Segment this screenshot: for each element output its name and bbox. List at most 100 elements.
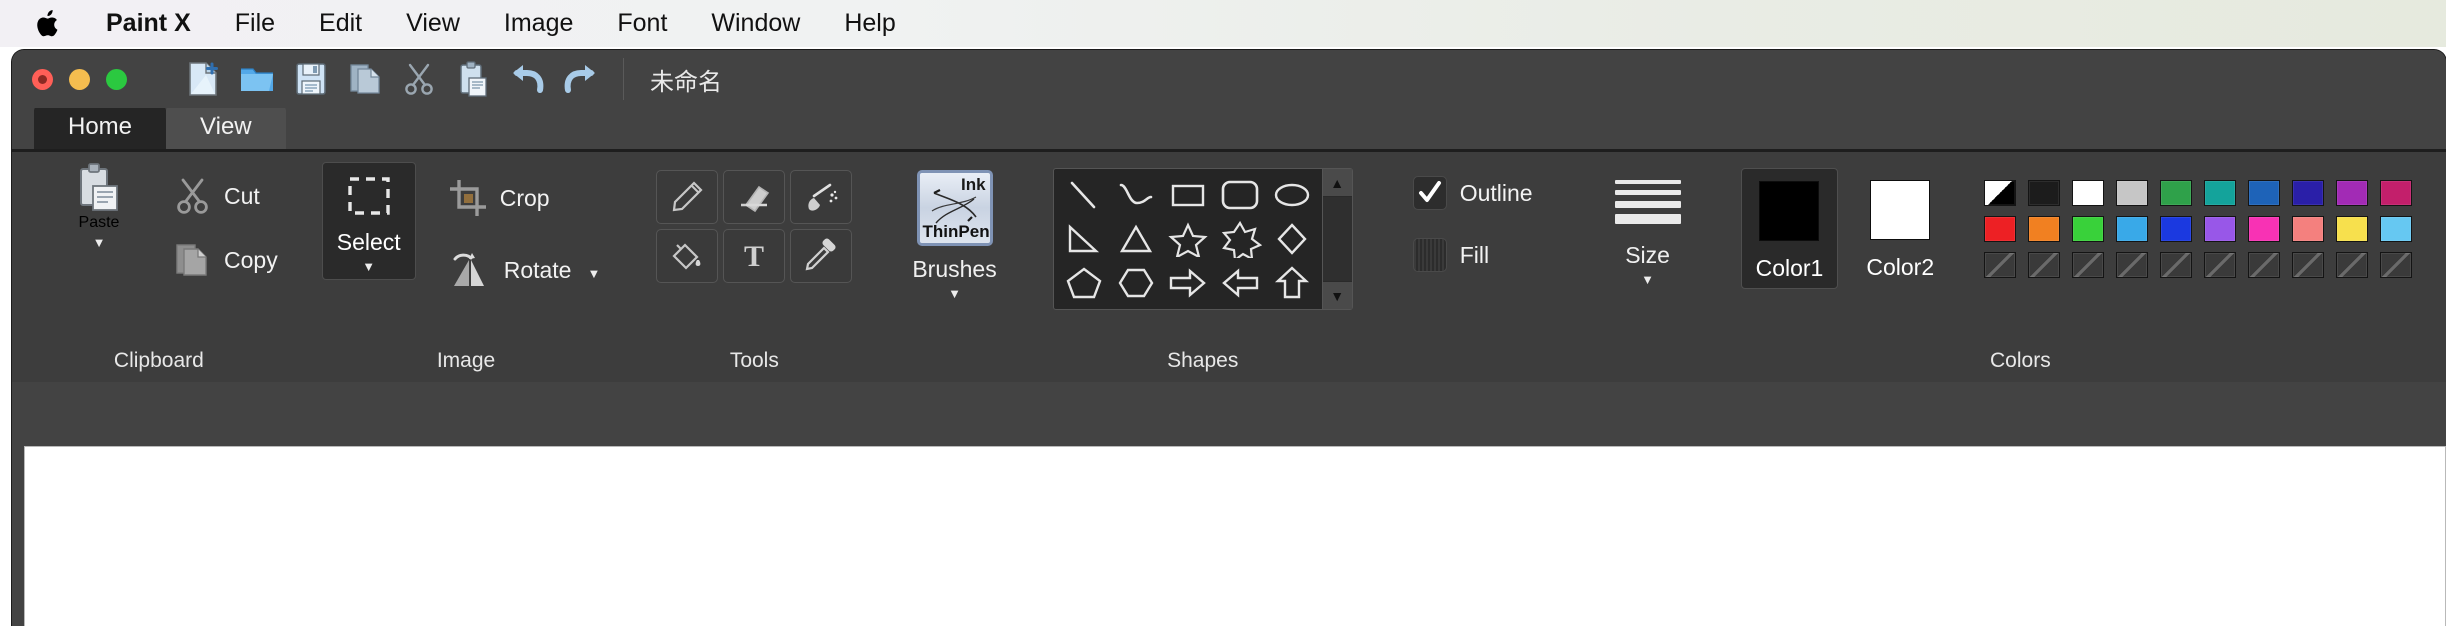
- palette-swatch-empty[interactable]: [2248, 252, 2281, 278]
- shape-curve-button[interactable]: [1110, 173, 1162, 217]
- outline-checkbox[interactable]: [1412, 176, 1447, 210]
- pencil-tool-button[interactable]: [656, 170, 719, 224]
- size-dropdown-caret[interactable]: ▼: [1641, 273, 1654, 286]
- palette-swatch[interactable]: [2336, 216, 2369, 242]
- shapes-scroll-track[interactable]: [1322, 197, 1352, 281]
- palette-swatch[interactable]: [2160, 216, 2193, 242]
- color2-button[interactable]: Color2: [1852, 168, 1948, 287]
- palette-swatch[interactable]: [1984, 216, 2017, 242]
- palette-swatch-empty[interactable]: [2204, 252, 2237, 278]
- palette-swatch[interactable]: [1984, 180, 2017, 206]
- redo-icon[interactable]: [561, 59, 601, 99]
- palette-swatch[interactable]: [2292, 216, 2325, 242]
- shape-pentagon-button[interactable]: [1058, 261, 1110, 305]
- duplicate-icon[interactable]: [345, 59, 385, 99]
- shape-right-triangle-button[interactable]: [1058, 217, 1110, 261]
- paste-dropdown-caret[interactable]: ▼: [93, 236, 106, 249]
- shape-five-point-star-button[interactable]: [1162, 217, 1214, 261]
- tab-home[interactable]: Home: [34, 105, 167, 149]
- palette-swatch[interactable]: [2028, 180, 2061, 206]
- shape-triangle-button[interactable]: [1110, 217, 1162, 261]
- palette-swatch[interactable]: [2116, 216, 2149, 242]
- paste-icon[interactable]: [453, 59, 493, 99]
- fill-checkbox[interactable]: [1412, 238, 1447, 272]
- shape-right-arrow-button[interactable]: [1162, 261, 1214, 305]
- menu-item-view[interactable]: View: [384, 0, 482, 47]
- crop-button[interactable]: Crop: [438, 172, 611, 224]
- cut-button[interactable]: Cut: [164, 170, 288, 222]
- shape-six-point-star-button[interactable]: [1214, 217, 1266, 261]
- palette-swatch[interactable]: [2336, 180, 2369, 206]
- shape-line-button[interactable]: [1058, 173, 1110, 217]
- cut-scissors-icon[interactable]: [399, 59, 439, 99]
- save-icon[interactable]: [291, 59, 331, 99]
- open-folder-icon[interactable]: [237, 59, 277, 99]
- menu-item-help[interactable]: Help: [822, 0, 917, 47]
- close-window-button[interactable]: [32, 68, 53, 90]
- palette-swatch[interactable]: [2380, 216, 2413, 242]
- palette-swatch[interactable]: [2248, 180, 2281, 206]
- palette-swatch-empty[interactable]: [2424, 216, 2446, 242]
- palette-swatch-empty[interactable]: [1984, 252, 2017, 278]
- palette-swatch-empty[interactable]: [2292, 252, 2325, 278]
- rotate-dropdown-caret[interactable]: ▼: [587, 267, 600, 280]
- palette-swatch[interactable]: [2204, 216, 2237, 242]
- shapes-scroll-up-button[interactable]: ▲: [1322, 169, 1352, 197]
- palette-swatch[interactable]: [2292, 180, 2325, 206]
- paint-bucket-tool-button[interactable]: [656, 229, 719, 283]
- palette-swatch-empty[interactable]: [2116, 252, 2149, 278]
- paste-button[interactable]: Paste ▼: [34, 162, 164, 249]
- color2-swatch[interactable]: [1870, 180, 1931, 240]
- shape-hexagon-button[interactable]: [1110, 261, 1162, 305]
- minimize-window-button[interactable]: [69, 68, 90, 90]
- shape-left-arrow-button[interactable]: [1214, 261, 1266, 305]
- eraser-tool-button[interactable]: [723, 170, 786, 224]
- palette-swatch-empty[interactable]: [2424, 252, 2446, 278]
- menu-item-image[interactable]: Image: [482, 0, 595, 47]
- zoom-window-button[interactable]: [106, 68, 127, 90]
- menu-item-edit[interactable]: Edit: [297, 0, 384, 47]
- palette-swatch[interactable]: [2072, 216, 2105, 242]
- drawing-canvas[interactable]: [24, 446, 2446, 626]
- shapes-scrollbar[interactable]: ▲ ▼: [1321, 169, 1352, 309]
- palette-swatch[interactable]: [2116, 180, 2149, 206]
- color1-swatch[interactable]: [1759, 181, 1820, 241]
- fill-toggle[interactable]: Fill: [1412, 238, 1489, 272]
- outline-toggle[interactable]: Outline: [1412, 176, 1533, 210]
- menu-item-paint-x[interactable]: Paint X: [106, 0, 213, 47]
- palette-swatch[interactable]: [2072, 180, 2105, 206]
- brush-preview-button[interactable]: Ink ThinPen: [916, 170, 993, 246]
- palette-swatch[interactable]: [2028, 216, 2061, 242]
- spray-tool-button[interactable]: [790, 170, 853, 224]
- select-dropdown-caret[interactable]: ▼: [362, 260, 375, 273]
- apple-logo-icon[interactable]: [34, 9, 60, 39]
- palette-swatch-empty[interactable]: [2160, 252, 2193, 278]
- shape-ellipse-button[interactable]: [1266, 173, 1318, 217]
- undo-icon[interactable]: [507, 59, 547, 99]
- palette-swatch[interactable]: [2204, 180, 2237, 206]
- menu-item-font[interactable]: Font: [595, 0, 689, 47]
- palette-swatch-empty[interactable]: [2028, 252, 2061, 278]
- palette-swatch[interactable]: [2380, 180, 2413, 206]
- size-preview-icon[interactable]: [1614, 180, 1681, 224]
- brushes-dropdown-caret[interactable]: ▼: [948, 287, 961, 300]
- shape-diamond-button[interactable]: [1266, 217, 1318, 261]
- color1-button[interactable]: Color1: [1740, 168, 1839, 289]
- shape-rectangle-button[interactable]: [1162, 173, 1214, 217]
- shape-rounded-rectangle-button[interactable]: [1214, 173, 1266, 217]
- palette-swatch-empty[interactable]: [2336, 252, 2369, 278]
- palette-swatch[interactable]: [2248, 216, 2281, 242]
- palette-swatch[interactable]: [2160, 180, 2193, 206]
- shape-up-arrow-button[interactable]: [1266, 261, 1318, 305]
- copy-button[interactable]: Copy: [164, 234, 288, 286]
- menu-item-window[interactable]: Window: [689, 0, 822, 47]
- shapes-scroll-down-button[interactable]: ▼: [1322, 281, 1352, 309]
- new-file-icon[interactable]: [183, 59, 223, 99]
- rotate-button[interactable]: Rotate ▼: [438, 244, 611, 296]
- palette-swatch-empty[interactable]: [2424, 180, 2446, 206]
- color-picker-tool-button[interactable]: [790, 229, 853, 283]
- palette-swatch-empty[interactable]: [2072, 252, 2105, 278]
- text-tool-button[interactable]: T: [723, 229, 786, 283]
- menu-item-file[interactable]: File: [213, 0, 297, 47]
- tab-view[interactable]: View: [166, 105, 286, 149]
